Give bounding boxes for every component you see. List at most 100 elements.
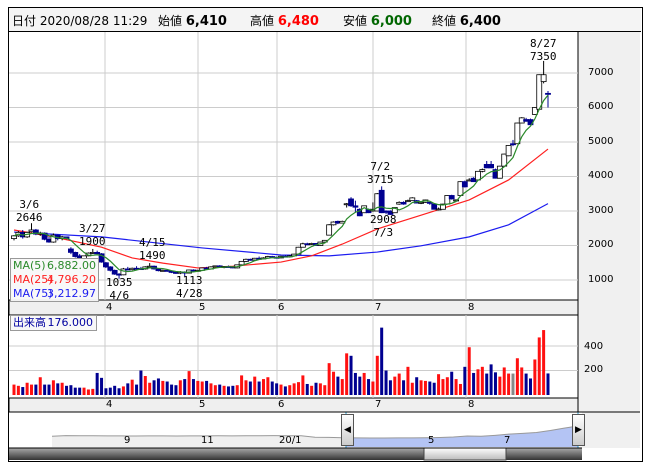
navigator-right-handle[interactable]: ▶ xyxy=(572,414,585,446)
candle-body xyxy=(540,74,547,83)
volume-bar xyxy=(353,372,357,395)
annotation-date: 3/6 xyxy=(19,198,40,211)
triangle-right-icon: ▶ xyxy=(575,425,582,435)
volume-bar xyxy=(428,381,432,395)
volume-bar xyxy=(38,377,42,395)
volume-bar xyxy=(209,383,213,395)
volume-bar xyxy=(69,385,73,395)
volume-bar xyxy=(244,380,248,395)
navigator-left-handle[interactable]: ◀ xyxy=(341,414,354,446)
candle-body xyxy=(111,269,118,275)
volume-bar xyxy=(174,385,178,395)
scrollbar-thumb[interactable] xyxy=(423,447,507,461)
volume-bar xyxy=(183,379,187,395)
month-label: 5 xyxy=(199,302,206,313)
volume-bar xyxy=(507,373,511,395)
volume-bar xyxy=(537,337,541,395)
volume-bar xyxy=(51,380,55,395)
volume-bar xyxy=(117,388,121,395)
candle-body xyxy=(378,189,385,214)
price-tick: 3000 xyxy=(588,205,614,216)
price-tick: 5000 xyxy=(588,136,614,147)
candle-body xyxy=(326,224,333,236)
volume-bar xyxy=(78,387,82,395)
volume-bar xyxy=(257,381,261,395)
ma-legend: MA(5) 6,882.00 MA(25) 4,796.20 MA(75) 3,212… xyxy=(10,258,99,302)
volume-bar xyxy=(156,378,160,395)
annotation-date: 4/28 xyxy=(176,287,203,300)
volume-bar xyxy=(524,373,528,395)
volume-tick: 400 xyxy=(584,341,604,352)
volume-bar xyxy=(301,375,305,395)
volume-bar xyxy=(143,376,147,395)
volume-legend: 出来高 176.000 xyxy=(10,315,97,331)
volume-bar xyxy=(345,353,349,395)
annotation-low: 1113 4/28 xyxy=(176,274,203,300)
volume-bar xyxy=(419,380,423,395)
volume-bar xyxy=(261,379,265,395)
candle-body xyxy=(461,181,468,188)
volume-bar xyxy=(218,384,222,395)
volume-bar xyxy=(515,358,519,395)
volume-bar xyxy=(458,383,462,395)
candle-body xyxy=(352,205,359,208)
volume-bar xyxy=(100,377,104,395)
annotation-low: 1035 4/6 xyxy=(106,276,133,302)
volume-bar xyxy=(113,385,117,395)
volume-bar xyxy=(95,372,99,395)
annotation-value: 2908 xyxy=(370,213,397,226)
volume-bar xyxy=(445,377,449,395)
volume-bar xyxy=(375,355,379,395)
annotation-value: 7350 xyxy=(530,50,557,63)
volume-bar xyxy=(397,373,401,395)
candle-body xyxy=(409,197,416,202)
annotation-high: 3/6 2646 xyxy=(16,198,43,224)
candle-body xyxy=(488,164,494,169)
volume-bar xyxy=(327,363,331,395)
candle-body xyxy=(496,165,503,179)
annotation-date: 7/2 xyxy=(370,160,391,173)
volume-bar xyxy=(165,381,169,395)
legend-ma25: MA(25) 4,796.20 xyxy=(11,273,98,287)
volume-bar xyxy=(472,372,476,395)
volume-label: 出来高 xyxy=(13,316,46,329)
annotation-value: 1490 xyxy=(139,249,166,262)
annotation-date: 3/27 xyxy=(79,222,106,235)
volume-bar xyxy=(148,382,152,395)
volume-bar xyxy=(542,330,546,395)
volume-bar xyxy=(358,376,362,395)
volume-bar xyxy=(56,383,60,395)
price-axis-panel xyxy=(578,32,640,412)
volume-bar xyxy=(450,371,454,395)
volume-bar xyxy=(200,381,204,395)
candle-body xyxy=(431,203,438,210)
legend-ma5: MA(5) 6,882.00 xyxy=(11,259,98,273)
volume-bar xyxy=(222,385,226,395)
price-tick: 2000 xyxy=(588,239,614,250)
volume-bar xyxy=(73,387,77,395)
volume-bar xyxy=(161,380,165,395)
volume-bar xyxy=(336,376,340,395)
annotation-high: 3/27 1900 xyxy=(79,222,106,248)
volume-bar xyxy=(226,386,230,395)
volume-bar xyxy=(121,386,125,395)
volume-bar xyxy=(130,379,134,395)
volume-bar xyxy=(91,388,95,395)
volume-bar xyxy=(520,367,524,395)
volume-bar xyxy=(16,385,20,395)
candle-body xyxy=(400,201,407,205)
volume-bar xyxy=(235,385,239,395)
legend-label: MA(5) xyxy=(13,259,46,272)
annotation-date: 4/6 xyxy=(109,289,130,302)
annotation-date: 8/27 xyxy=(530,37,557,50)
volume-bar xyxy=(415,377,419,395)
volume-bar xyxy=(191,379,195,395)
volume-bar xyxy=(340,379,344,395)
month-label: 7 xyxy=(375,399,382,410)
volume-bar xyxy=(135,384,139,395)
volume-bar xyxy=(485,373,489,395)
month-label: 6 xyxy=(278,302,285,313)
volume-bar xyxy=(205,380,209,395)
volume-bar xyxy=(30,384,34,395)
volume-bar xyxy=(476,369,480,395)
